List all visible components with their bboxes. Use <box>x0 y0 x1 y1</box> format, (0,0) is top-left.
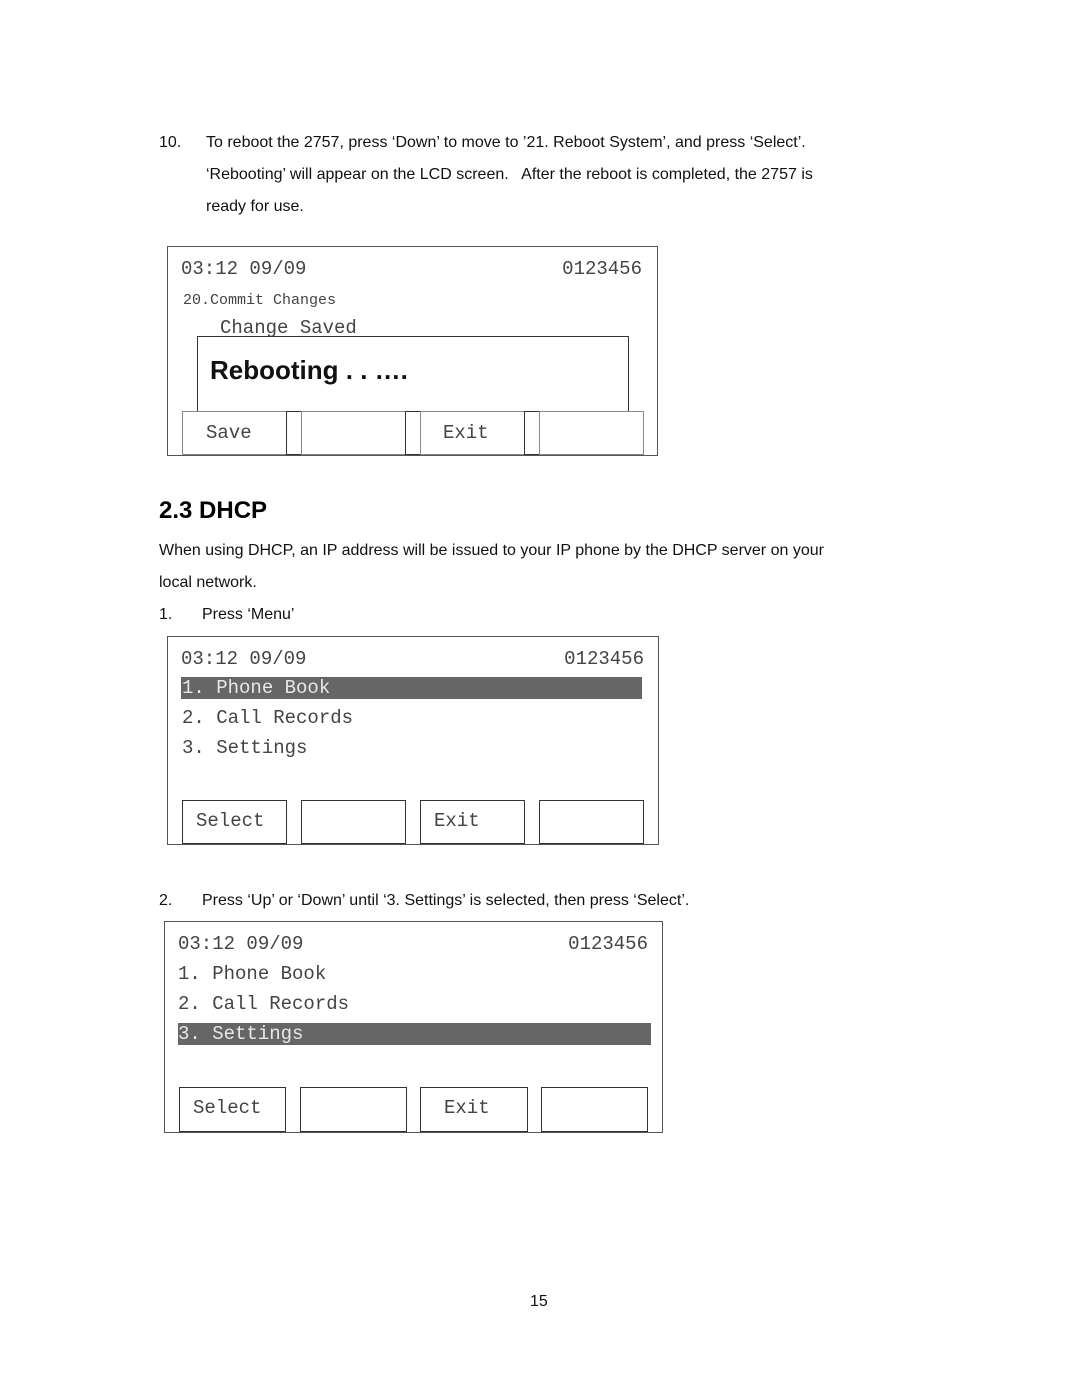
softkey-2[interactable] <box>300 1087 407 1132</box>
step-10-text: To reboot the 2757, press ‘Down’ to move… <box>206 127 926 223</box>
lcd-phone-number: 0123456 <box>568 933 648 955</box>
lcd-time-date: 03:12 09/09 <box>178 933 304 955</box>
step-number: 1. <box>159 606 173 623</box>
intro-line: When using DHCP, an IP address will be i… <box>159 542 824 559</box>
rebooting-message: Rebooting . . …. <box>210 355 408 385</box>
step-1-text: Press ‘Menu’ <box>202 606 295 623</box>
softkey-4[interactable] <box>539 800 644 844</box>
step-10-line: To reboot the 2757, press ‘Down’ to move… <box>206 134 806 151</box>
lcd-screen-menu-settings: 03:12 09/09 0123456 1. Phone Book 2. Cal… <box>164 921 663 1133</box>
lcd-screen-menu-phone-book: 03:12 09/09 0123456 1. Phone Book 2. Cal… <box>167 636 659 845</box>
step-10-line: ‘Rebooting’ will appear on the LCD scree… <box>206 166 813 183</box>
menu-item-phone-book[interactable]: 1. Phone Book <box>178 963 326 985</box>
step-number: 2. <box>159 892 173 909</box>
softkey-label: Exit <box>444 1097 490 1119</box>
softkey-label: Save <box>206 422 252 444</box>
page-number: 15 <box>530 1293 548 1310</box>
rebooting-popup: Rebooting . . …. <box>197 336 629 412</box>
softkey-2[interactable] <box>301 800 406 844</box>
lcd-time-date: 03:12 09/09 <box>181 648 307 670</box>
softkey-label: Exit <box>434 810 480 832</box>
menu-item-settings[interactable]: 3. Settings <box>182 737 307 759</box>
softkey-save[interactable]: Save <box>182 411 287 455</box>
softkey-4[interactable] <box>539 411 644 455</box>
softkey-label: Exit <box>443 422 489 444</box>
lcd-status-text: Change Saved <box>220 317 357 336</box>
section-heading: 2.3 DHCP <box>159 497 268 524</box>
softkey-divider <box>524 411 540 455</box>
softkey-exit[interactable]: Exit <box>420 800 525 844</box>
lcd-time-date: 03:12 09/09 <box>181 258 307 280</box>
menu-item-call-records[interactable]: 2. Call Records <box>182 707 353 729</box>
menu-item-label: 1. Phone Book <box>182 677 331 699</box>
softkey-select[interactable]: Select <box>182 800 287 844</box>
softkey-exit[interactable]: Exit <box>420 1087 528 1132</box>
softkey-select[interactable]: Select <box>179 1087 286 1132</box>
softkey-divider <box>286 411 302 455</box>
lcd-menu-item: 20.Commit Changes <box>183 292 337 309</box>
softkey-label: Select <box>193 1097 262 1119</box>
lcd-phone-number: 0123456 <box>562 258 642 280</box>
softkey-4[interactable] <box>541 1087 648 1132</box>
softkey-label: Select <box>196 810 265 832</box>
menu-item-selected[interactable]: 3. Settings <box>178 1023 651 1045</box>
menu-item-label: 3. Settings <box>178 1023 304 1045</box>
section-intro: When using DHCP, an IP address will be i… <box>159 535 919 599</box>
menu-item-call-records[interactable]: 2. Call Records <box>178 993 349 1015</box>
lcd-screen-rebooting: 03:12 09/09 0123456 20.Commit Changes Ch… <box>167 246 658 456</box>
lcd-phone-number: 0123456 <box>564 648 644 670</box>
softkey-2[interactable] <box>301 411 406 455</box>
intro-line: local network. <box>159 574 257 591</box>
step-10-line: ready for use. <box>206 198 304 215</box>
step-number: 10. <box>159 134 182 151</box>
softkey-exit[interactable]: Exit <box>420 411 525 455</box>
menu-item-selected[interactable]: 1. Phone Book <box>181 677 642 699</box>
step-2-text: Press ‘Up’ or ‘Down’ until ‘3. Settings’… <box>202 892 690 909</box>
softkey-divider <box>405 411 421 455</box>
